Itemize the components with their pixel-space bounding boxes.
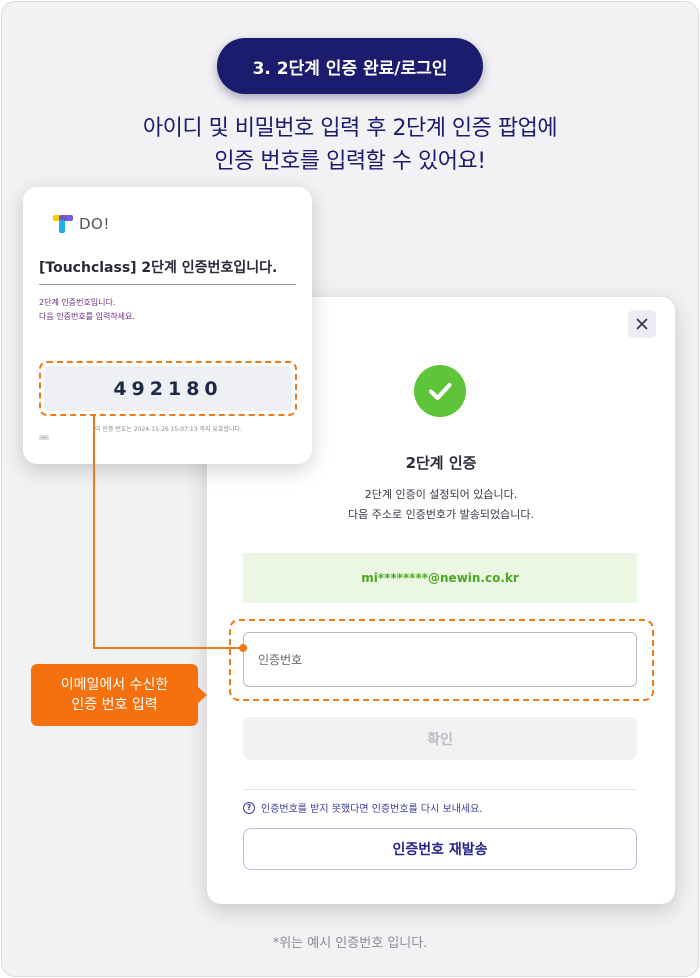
check-circle-icon <box>414 365 466 417</box>
modal-description: 2단계 인증이 설정되어 있습니다. 다음 주소로 인증번호가 발송되었습니다. <box>207 485 675 525</box>
logo-text: DO! <box>79 215 110 233</box>
modal-desc-line-1: 2단계 인증이 설정되어 있습니다. <box>364 488 518 501</box>
callout-line-1: 이메일에서 수신한 <box>60 677 169 693</box>
headline-line-1: 아이디 및 비밀번호 입력 후 2단계 인증 팝업에 <box>142 116 558 141</box>
footnote: *위는 예시 인증번호 입니다. <box>272 936 428 951</box>
email-divider <box>39 284 296 285</box>
step-badge-label: 3. 2단계 인증 완료/로그인 <box>252 58 448 79</box>
verification-code: 492180 <box>44 366 292 411</box>
headline: 아이디 및 비밀번호 입력 후 2단계 인증 팝업에 인증 번호를 입력할 수 … <box>0 112 700 178</box>
modal-divider <box>243 789 637 790</box>
resend-note: ? 인증번호를 받지 못했다면 인증번호를 다시 보내세요. <box>243 800 482 815</box>
email-logo: DO! <box>53 215 110 233</box>
email-title: [Touchclass] 2단계 인증번호입니다. <box>39 260 278 276</box>
headline-line-2: 인증 번호를 입력할 수 있어요! <box>214 149 486 174</box>
callout-label: 이메일에서 수신한 인증 번호 입력 <box>31 664 207 726</box>
email-body-line-1: 2단계 인증번호입니다. <box>39 298 116 307</box>
email-more-icon[interactable]: ... <box>39 434 49 440</box>
confirm-button[interactable]: 확인 <box>243 717 637 760</box>
email-expire-note: 이 인증 번호는 2024-11-26 15:07:13 까지 유효합니다. <box>95 426 242 433</box>
email-body: 2단계 인증번호입니다. 다음 인증번호를 입력하세요. <box>39 296 135 324</box>
email-body-line-2: 다음 인증번호를 입력하세요. <box>39 312 135 321</box>
close-button[interactable] <box>628 310 656 338</box>
step-badge: 3. 2단계 인증 완료/로그인 <box>217 38 483 94</box>
resend-code-button[interactable]: 인증번호 재발송 <box>243 828 637 870</box>
input-highlight <box>229 619 654 701</box>
code-highlight: 492180 <box>39 361 297 416</box>
modal-desc-line-2: 다음 주소로 인증번호가 발송되었습니다. <box>347 508 535 521</box>
email-card: DO! [Touchclass] 2단계 인증번호입니다. 2단계 인증번호입니… <box>23 187 312 464</box>
callout-line-2: 인증 번호 입력 <box>71 697 158 713</box>
close-icon <box>636 318 648 330</box>
verification-code-input[interactable] <box>243 632 637 687</box>
question-icon: ? <box>243 801 255 814</box>
resend-note-text: 인증번호를 받지 못했다면 인증번호를 다시 보내세요. <box>261 804 483 815</box>
masked-email-address: mi********@newin.co.kr <box>243 553 637 603</box>
logo-mark-icon <box>53 215 73 233</box>
